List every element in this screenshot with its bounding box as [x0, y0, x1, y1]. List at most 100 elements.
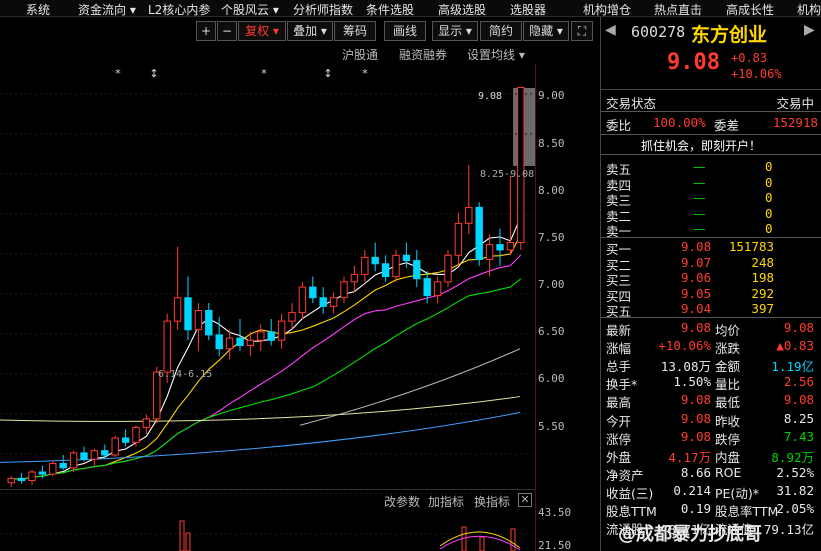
ask-row[interactable]: 卖三 — 0: [601, 190, 821, 208]
candle-body: [49, 463, 57, 475]
ma-setting-dropdown[interactable]: 设置均线 ▾: [467, 46, 525, 63]
fuquan-dropdown[interactable]: 复权 ▾: [238, 21, 286, 41]
top-menu-bar: 系统 资金流向 ▾ L2核心内参 个股风云 ▾ 分析师指数 条件选股 高级选股 …: [0, 0, 821, 17]
bid-row[interactable]: 买一 9.08 151783: [601, 239, 821, 257]
candle-body: [80, 452, 88, 460]
display-dropdown[interactable]: 显示 ▾: [432, 21, 478, 41]
overlay-dropdown[interactable]: 叠加 ▾: [287, 21, 333, 41]
switch-indicator-button[interactable]: 换指标: [474, 493, 510, 510]
stat-row: 收益(三) 0.214 PE(动)* 31.82: [601, 483, 821, 501]
stat-value: 9.08: [680, 392, 711, 408]
bid-volume: 292: [751, 285, 774, 301]
divider: [601, 237, 821, 238]
bid-row[interactable]: 买二 9.07 248: [601, 254, 821, 273]
latest-price: 9.08: [667, 50, 720, 75]
zoom-out-button[interactable]: −: [217, 21, 237, 41]
candle-body: [267, 331, 275, 341]
stat-label: 涨停: [606, 431, 632, 447]
stat-label: 净资产: [606, 467, 644, 483]
candle-body: [465, 206, 473, 224]
stat-row: 涨停 9.08 跌停 7.43: [601, 428, 821, 447]
weibi-label: 委比: [606, 118, 632, 133]
menu-item-selector[interactable]: 选股器: [510, 1, 546, 18]
simple-button[interactable]: 简约: [480, 21, 522, 41]
menu-item-institution[interactable]: 机构: [797, 1, 821, 18]
menu-item-stock-news[interactable]: 个股风云 ▾: [221, 1, 279, 18]
y-tick: 5.50: [538, 420, 565, 433]
menu-item-condition-select[interactable]: 条件选股: [366, 1, 414, 18]
candle-body: [246, 339, 255, 347]
event-marker: *: [362, 67, 368, 80]
menu-item-fund-flow[interactable]: 资金流向 ▾: [78, 1, 136, 18]
candle-body: [111, 437, 119, 456]
chart-subtoolbar: 沪股通 融资融券 设置均线 ▾: [0, 44, 535, 64]
add-indicator-button[interactable]: 加指标: [428, 493, 464, 510]
candlestick-chart[interactable]: 9.08 8.25-9.08 6.14-6.15 * ↕ * ↕ *: [0, 64, 600, 551]
weibi-row: 委比 100.00% 委差 152918: [601, 115, 821, 133]
menu-item-high-growth[interactable]: 高成长性: [726, 1, 774, 18]
price-change: +0.83: [731, 51, 768, 65]
bid-price: 9.07: [681, 254, 712, 270]
ask-volume: 0: [765, 221, 773, 236]
bid-volume: 248: [751, 254, 774, 270]
menu-item-inst-increase[interactable]: 机构增仓: [583, 1, 631, 18]
candle-body: [225, 337, 234, 350]
zoom-in-button[interactable]: +: [196, 21, 216, 41]
bid-row[interactable]: 买五 9.04 397: [601, 301, 821, 319]
stat-value: +10.06%: [658, 338, 711, 354]
stat-label: 最高: [606, 395, 632, 411]
chip-button[interactable]: 筹码: [334, 21, 376, 41]
menu-item-hot-spot[interactable]: 热点直击: [654, 1, 702, 18]
candle-body: [173, 297, 182, 322]
ask-row[interactable]: 卖五 — 0: [601, 159, 821, 177]
stat-label: 内盘: [715, 449, 741, 465]
candle-body: [371, 256, 379, 265]
candle-body: [433, 281, 442, 297]
candle-body: [215, 334, 223, 350]
indicator-bar: [179, 520, 185, 551]
stat-label: 涨幅: [606, 341, 632, 357]
ma20-line: [11, 254, 522, 480]
y-tick: 6.00: [538, 372, 565, 385]
event-marker: ↕: [149, 67, 158, 80]
forward-arrow-icon[interactable]: ▶: [804, 22, 815, 38]
close-indicator-icon[interactable]: ✕: [518, 493, 532, 507]
bid-row[interactable]: 买四 9.05 292: [601, 285, 821, 304]
ma250-line: [0, 412, 521, 463]
menu-item-analyst-index[interactable]: 分析师指数: [293, 1, 353, 18]
back-arrow-icon[interactable]: ◀: [605, 22, 616, 38]
open-account-banner[interactable]: 抓住机会，即刻开户！: [601, 137, 821, 153]
ask-row[interactable]: 卖二 — 0: [601, 206, 821, 224]
ask-row[interactable]: 卖一 — 0: [601, 221, 821, 239]
indicator-y-tick: 43.50: [538, 506, 572, 519]
candle-body: [444, 254, 452, 283]
stat-label: 涨跌: [715, 341, 741, 357]
expand-icon[interactable]: ⛶: [571, 21, 593, 41]
menu-item-system[interactable]: 系统: [26, 1, 50, 18]
ask-row[interactable]: 卖四 — 0: [601, 175, 821, 193]
stat-label: 外盘: [606, 449, 632, 465]
stat-row: 总手 13.08万 金额 1.19亿: [601, 356, 821, 374]
margin-trading-link[interactable]: 融资融券: [399, 46, 447, 63]
menu-item-l2[interactable]: L2核心内参: [148, 1, 210, 18]
menu-item-advanced-select[interactable]: 高级选股: [438, 1, 486, 18]
watermark: @成都暴力抄底哥: [618, 524, 762, 545]
candle-body: [288, 312, 296, 322]
stat-row: 换手* 1.50% 量比 2.56: [601, 374, 821, 392]
y-tick: 8.00: [538, 184, 565, 197]
stat-value: 7.43: [783, 428, 814, 444]
stat-value: 1.50%: [673, 374, 711, 390]
banner-text[interactable]: 抓住机会，即刻开户！: [641, 137, 761, 154]
hgt-link[interactable]: 沪股通: [342, 46, 378, 63]
candle-body: [475, 206, 483, 260]
bid-row[interactable]: 买三 9.06 198: [601, 270, 821, 288]
change-params-button[interactable]: 改参数: [384, 493, 420, 510]
hide-dropdown[interactable]: 隐藏 ▾: [523, 21, 569, 41]
draw-line-button[interactable]: 画线: [384, 21, 426, 41]
stat-label: 今开: [606, 413, 632, 429]
stat-value: ▲0.83: [776, 338, 814, 354]
candle-body: [517, 86, 525, 244]
bid-price: 9.04: [681, 301, 712, 316]
candle-body: [319, 297, 327, 307]
candle-body: [69, 452, 78, 469]
